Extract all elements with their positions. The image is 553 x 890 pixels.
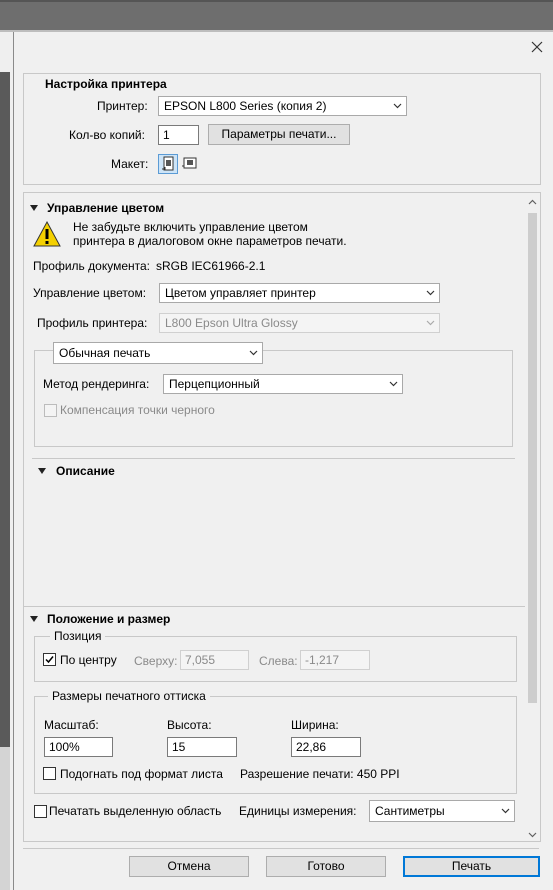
chevron-down-icon xyxy=(426,290,435,296)
background-window-strip xyxy=(0,32,14,890)
fit-media-checkbox[interactable] xyxy=(43,767,56,780)
scrollbar[interactable] xyxy=(526,196,539,841)
printer-select-value: EPSON L800 Series (копия 2) xyxy=(164,99,327,113)
collapse-triangle-icon xyxy=(38,468,46,474)
height-label: Высота: xyxy=(167,718,212,732)
left-input[interactable]: -1,217 xyxy=(300,650,370,670)
color-handling-label: Управление цветом: xyxy=(33,286,147,300)
section-divider xyxy=(32,458,515,459)
print-mode-value: Обычная печать xyxy=(59,346,151,360)
fit-media-label: Подогнать под формат листа xyxy=(60,767,223,781)
copies-label: Кол-во копий: xyxy=(69,128,145,142)
color-management-title: Управление цветом xyxy=(47,201,165,215)
scaled-print-group-label: Размеры печатного оттиска xyxy=(48,689,210,703)
left-label: Слева: xyxy=(259,654,298,668)
portrait-orientation-icon xyxy=(162,156,174,171)
section-header-color[interactable]: Управление цветом xyxy=(30,201,330,217)
strip-light xyxy=(0,747,10,890)
doc-profile-label: Профиль документа: xyxy=(33,259,150,273)
print-settings-button[interactable]: Параметры печати... xyxy=(208,124,350,145)
warning-icon xyxy=(33,220,61,247)
checkmark-icon xyxy=(45,656,54,664)
description-title: Описание xyxy=(56,464,115,478)
printer-profile-select[interactable]: L800 Epson Ultra Glossy xyxy=(159,313,440,333)
collapse-triangle-icon xyxy=(30,205,38,211)
units-select[interactable]: Сантиметры xyxy=(369,800,515,822)
units-label: Единицы измерения: xyxy=(239,804,357,818)
chevron-down-icon xyxy=(426,320,435,326)
position-size-title: Положение и размер xyxy=(47,612,171,626)
top-input[interactable]: 7,055 xyxy=(180,650,249,670)
section-divider xyxy=(24,606,525,607)
print-resolution-text: Разрешение печати: 450 PPI xyxy=(240,767,400,781)
print-mode-select[interactable]: Обычная печать xyxy=(53,342,263,364)
background-window-chrome xyxy=(0,0,553,32)
rendering-intent-value: Перцепционный xyxy=(169,377,260,391)
units-value: Сантиметры xyxy=(375,804,445,818)
print-button[interactable]: Печать xyxy=(403,856,540,877)
chevron-down-icon xyxy=(501,808,510,814)
print-mode-group xyxy=(34,350,513,447)
doc-profile-value: sRGB IEC61966-2.1 xyxy=(156,259,266,273)
close-button[interactable] xyxy=(525,36,549,58)
cancel-button[interactable]: Отмена xyxy=(129,856,249,877)
warning-text-line1: Не забудьте включить управление цветом xyxy=(73,220,308,234)
chevron-down-icon xyxy=(249,350,258,356)
position-group-label: Позиция xyxy=(50,629,106,643)
landscape-orientation-icon xyxy=(182,157,197,169)
section-header-position[interactable]: Положение и размер xyxy=(30,612,280,628)
collapse-triangle-icon xyxy=(30,616,38,622)
height-input[interactable]: 15 xyxy=(167,737,237,757)
portrait-layout-button[interactable] xyxy=(158,154,178,174)
top-label: Сверху: xyxy=(134,654,178,668)
rendering-intent-select[interactable]: Перцепционный xyxy=(163,374,403,394)
printer-setup-title: Настройка принтера xyxy=(45,77,167,91)
layout-label: Макет: xyxy=(111,157,149,171)
scroll-up-icon xyxy=(528,199,537,205)
color-handling-select[interactable]: Цветом управляет принтер xyxy=(159,283,440,303)
rendering-intent-label: Метод рендеринга: xyxy=(43,377,150,391)
scale-input[interactable]: 100% xyxy=(44,737,113,757)
scroll-down-icon xyxy=(528,832,537,838)
black-point-checkbox[interactable] xyxy=(44,404,57,417)
chevron-down-icon xyxy=(389,381,398,387)
section-header-description[interactable]: Описание xyxy=(38,464,238,480)
scrollbar-thumb[interactable] xyxy=(528,213,537,703)
footer-separator xyxy=(23,848,539,849)
done-button[interactable]: Готово xyxy=(266,856,386,877)
chrome-line xyxy=(0,0,553,2)
width-input[interactable]: 22,86 xyxy=(291,737,361,757)
printer-profile-value: L800 Epson Ultra Glossy xyxy=(165,316,298,330)
print-selected-label: Печатать выделенную область xyxy=(49,804,222,818)
landscape-layout-button[interactable] xyxy=(180,154,200,174)
printer-profile-label: Профиль принтера: xyxy=(37,316,148,330)
width-label: Ширина: xyxy=(291,718,339,732)
warning-text-line2: принтера в диалоговом окне параметров пе… xyxy=(73,234,347,248)
close-icon xyxy=(531,41,543,53)
copies-input[interactable]: 1 xyxy=(158,125,199,145)
center-checkbox[interactable] xyxy=(43,653,56,666)
color-handling-value: Цветом управляет принтер xyxy=(165,286,316,300)
scale-label: Масштаб: xyxy=(44,718,99,732)
chevron-down-icon xyxy=(393,103,402,109)
printer-label: Принтер: xyxy=(97,99,148,113)
center-label: По центру xyxy=(60,653,117,667)
black-point-label: Компенсация точки черного xyxy=(60,403,215,417)
printer-select[interactable]: EPSON L800 Series (копия 2) xyxy=(158,96,407,116)
print-selected-checkbox[interactable] xyxy=(34,805,47,818)
strip-dark xyxy=(0,72,10,747)
